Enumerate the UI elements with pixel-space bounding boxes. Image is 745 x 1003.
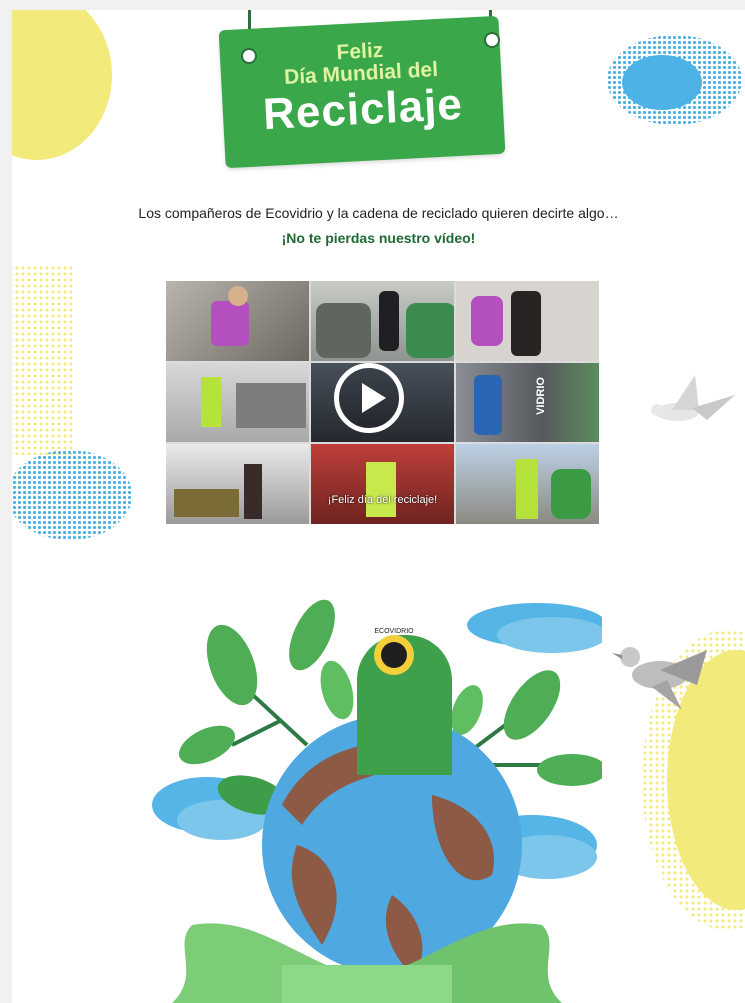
illustration-badge-text: ECOVIDRIO [374,628,414,635]
sign-hole-right [484,32,500,48]
video-tile-7 [166,444,309,524]
video-tile-4 [166,362,309,443]
video-cta[interactable]: ¡No te pierdas nuestro vídeo! [12,230,745,246]
grey-bird-icon [612,647,707,710]
earth-recycling-illustration: ECOVIDRIO [152,599,602,1003]
video-caption: ¡Feliz día del reciclaje! [327,493,438,506]
email-body: Feliz Día Mundial del Reciclaje Los comp… [12,10,745,1003]
header-sign: Feliz Día Mundial del Reciclaje [218,15,506,169]
yellow-dots-left [12,265,72,455]
video-tile-6: VIDRIO [456,362,599,443]
play-icon [362,383,386,413]
video-tile-1 [166,281,309,361]
video-tile-3 [456,281,599,361]
video-tile-8: ¡Feliz día del reciclaje! [311,444,454,524]
vidrio-container-label: VIDRIO [535,376,547,415]
play-button[interactable] [334,363,404,433]
blue-cloud-top-right-core [622,55,702,110]
blue-dots-left [12,450,132,540]
dove-icon [651,375,735,421]
video-tile-2 [311,281,454,361]
intro-text: Los compañeros de Ecovidrio y la cadena … [138,205,619,221]
yellow-blob-top-left [12,10,112,160]
video-tile-9 [456,444,599,524]
sign-hole-left [241,48,257,64]
